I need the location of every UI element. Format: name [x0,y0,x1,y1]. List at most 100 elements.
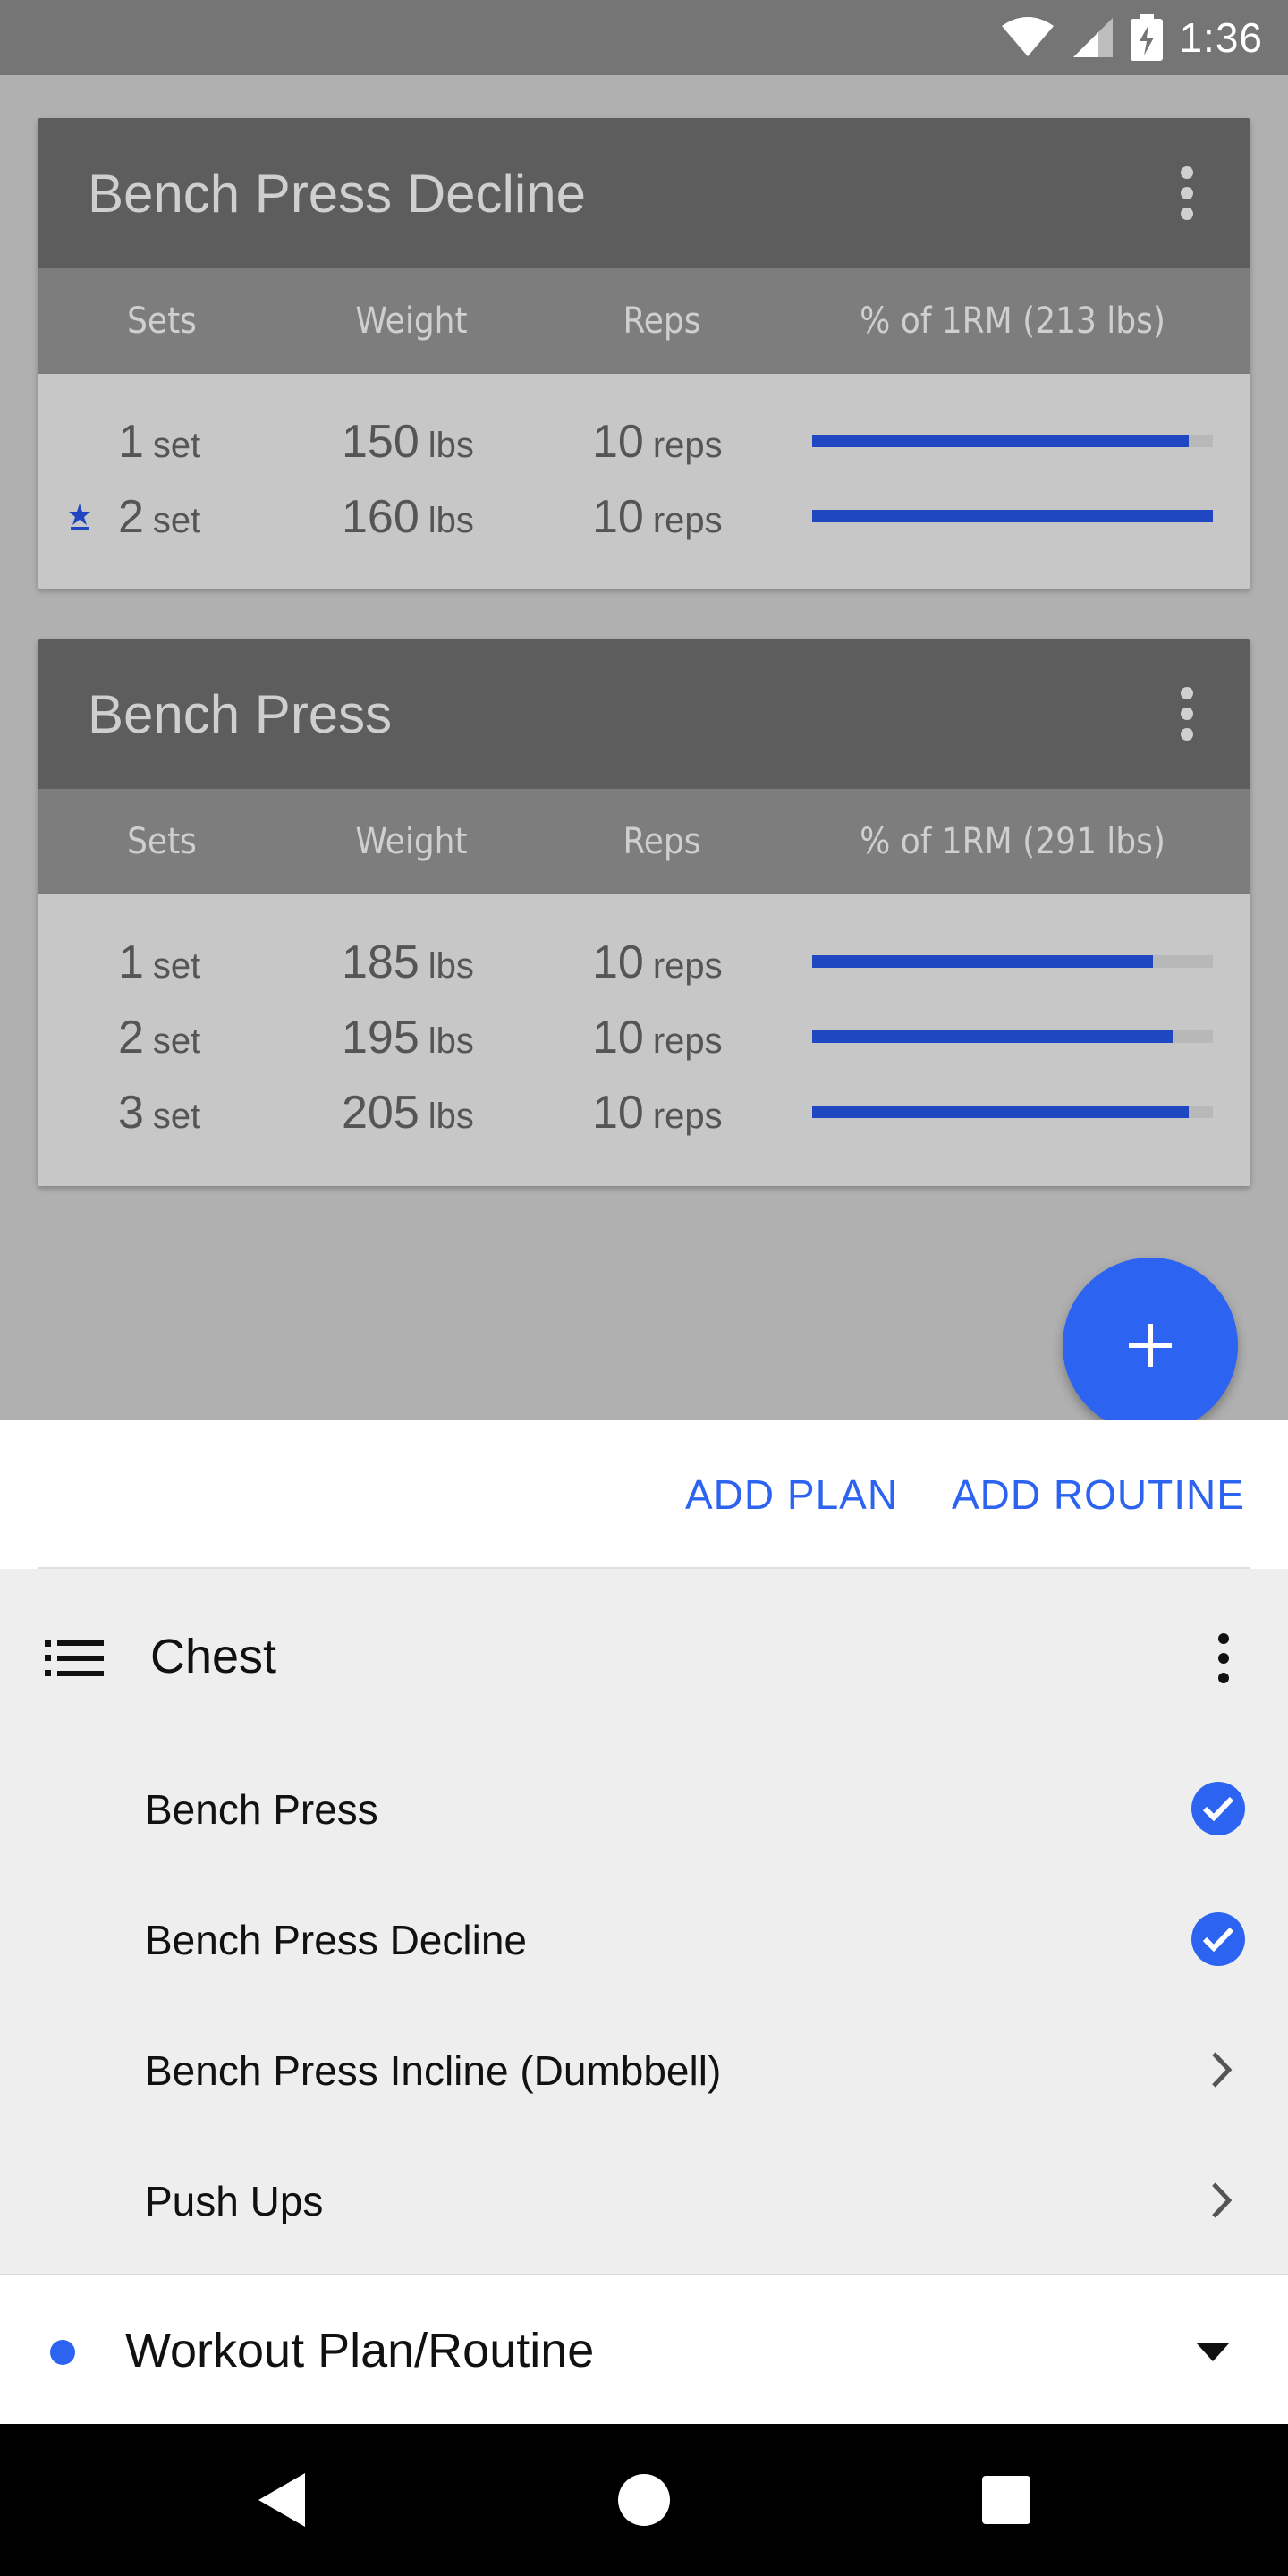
set-row[interactable]: 1 set 150 lbs 10 reps [38,401,1250,476]
dropdown-arrow-icon[interactable] [1197,2343,1229,2361]
card-header: Bench Press Decline [38,118,1250,268]
list-item[interactable]: Bench Press [0,1744,1288,1875]
personal-record-star-icon [69,504,90,530]
add-plan-button[interactable]: ADD PLAN [685,1420,898,1569]
reps-unit: reps [652,501,723,540]
add-exercise-fab[interactable] [1063,1258,1238,1420]
more-vert-icon[interactable] [1174,166,1200,220]
reps-unit: reps [652,426,723,465]
chevron-right-icon [1212,2052,1233,2088]
set-row[interactable]: 2 set 160 lbs 10 reps [38,476,1250,551]
card-title: Bench Press [88,683,393,744]
cell-signal-icon [1073,18,1114,57]
more-vert-icon[interactable] [1174,687,1200,741]
column-header-weight: Weight [355,821,468,862]
card-header: Bench Press [38,639,1250,789]
set-row[interactable]: 2 set 195 lbs 10 reps [38,996,1250,1072]
column-header-row: Sets Weight Reps % of 1RM (291 lbs) [38,789,1250,894]
reps-value: 10 [592,1012,644,1063]
routine-group-header[interactable]: Chest [0,1569,1288,1744]
status-dot [50,2340,75,2365]
percent-bar [812,955,1213,968]
home-button[interactable] [604,2424,684,2576]
list-item-label: Bench Press [145,1786,378,1833]
plus-icon [1129,1324,1172,1367]
percent-bar-fill [812,510,1213,522]
column-header-weight: Weight [355,301,468,342]
column-header-reps: Reps [623,301,701,342]
system-nav-bar [0,2424,1288,2576]
column-header-reps: Reps [623,821,701,862]
weight-value: 150 [342,416,419,468]
home-icon [618,2474,670,2526]
percent-bar-fill [812,955,1153,968]
weight-value: 195 [342,1012,419,1063]
workout-plan-selector[interactable]: Workout Plan/Routine [0,2274,1288,2424]
status-bar: 1:36 [0,0,1288,75]
set-unit: set [152,1021,201,1061]
percent-bar-fill [812,435,1190,447]
check-circle-icon [1191,1912,1245,1966]
column-header-sets: Sets [127,301,197,342]
list-item-label: Bench Press Incline (Dumbbell) [145,2047,722,2094]
percent-bar-fill [812,1106,1190,1118]
column-header-percent: % of 1RM (213 lbs) [860,301,1165,342]
set-unit: set [152,501,201,540]
reps-unit: reps [652,946,723,986]
percent-bar [812,1030,1213,1043]
workout-plan-title: Workout Plan/Routine [125,2324,595,2377]
column-header-sets: Sets [127,821,197,862]
routine-group-title: Chest [150,1630,277,1683]
percent-bar [812,1106,1213,1118]
set-number: 2 [118,1012,144,1063]
status-time: 1:36 [1179,14,1263,61]
weight-unit: lbs [428,426,474,465]
card-title: Bench Press Decline [88,163,586,224]
percent-bar [812,435,1213,447]
recents-button[interactable] [966,2424,1046,2576]
percent-bar [812,510,1213,522]
back-button[interactable] [242,2424,322,2576]
reps-value: 10 [592,491,644,543]
bottom-sheet-actions: ADD PLAN ADD ROUTINE [0,1420,1288,1569]
list-item-label: Push Ups [145,2178,324,2224]
back-icon [258,2473,305,2527]
set-row[interactable]: 1 set 185 lbs 10 reps [38,921,1250,996]
set-unit: set [152,426,201,465]
set-number: 1 [118,936,144,988]
set-number: 3 [118,1087,144,1139]
add-routine-button[interactable]: ADD ROUTINE [952,1420,1245,1569]
column-header-row: Sets Weight Reps % of 1RM (213 lbs) [38,268,1250,374]
reps-value: 10 [592,936,644,988]
workout-content: Bench Press Decline Sets Weight Reps % o… [0,75,1288,1420]
list-item[interactable]: Push Ups [0,2136,1288,2267]
set-number: 1 [118,416,144,468]
reps-value: 10 [592,416,644,468]
set-unit: set [152,946,201,986]
set-number: 2 [118,491,144,543]
list-icon [45,1640,104,1676]
weight-unit: lbs [428,501,474,540]
set-unit: set [152,1097,201,1136]
reps-value: 10 [592,1087,644,1139]
exercise-card: Bench Press Decline Sets Weight Reps % o… [38,118,1250,589]
reps-unit: reps [652,1097,723,1136]
wifi-icon [1002,17,1055,56]
routine-list: Chest Bench Press Bench Press Decline Be… [0,1569,1288,2274]
weight-unit: lbs [428,1097,474,1136]
weight-value: 205 [342,1087,419,1139]
weight-value: 160 [342,491,419,543]
weight-unit: lbs [428,1021,474,1061]
set-row[interactable]: 3 set 205 lbs 10 reps [38,1072,1250,1147]
column-header-percent: % of 1RM (291 lbs) [860,821,1165,862]
battery-charging-icon [1131,14,1164,61]
list-item[interactable]: Bench Press Decline [0,1875,1288,2005]
list-item[interactable]: Bench Press Incline (Dumbbell) [0,2005,1288,2136]
more-vert-icon[interactable] [1218,1633,1231,1683]
weight-unit: lbs [428,946,474,986]
reps-unit: reps [652,1021,723,1061]
check-circle-icon [1191,1782,1245,1835]
list-item-label: Bench Press Decline [145,1917,527,1963]
recents-icon [982,2476,1030,2524]
chevron-right-icon [1212,2182,1233,2218]
